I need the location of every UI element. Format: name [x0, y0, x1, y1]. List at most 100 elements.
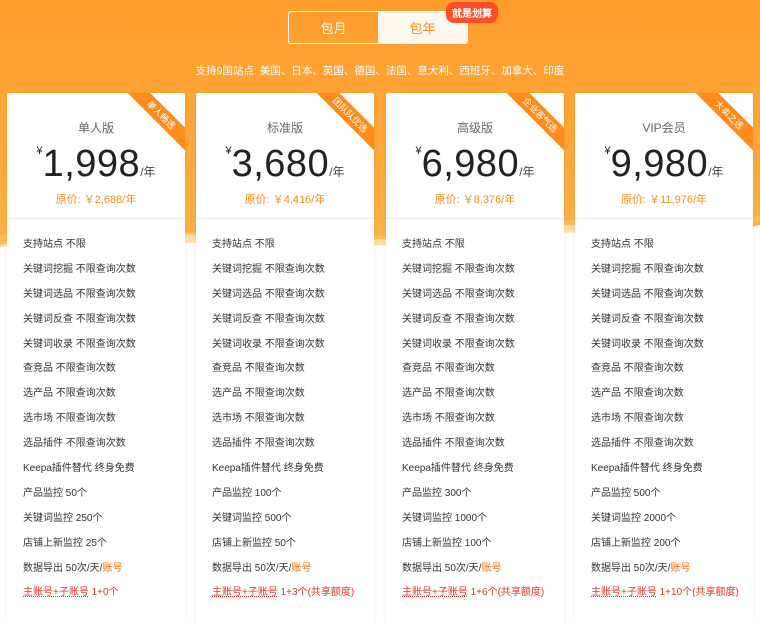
feature-product-select: 选产品 不限查询次数 — [402, 388, 495, 400]
feature-product-select: 选产品 不限查询次数 — [23, 388, 116, 400]
accounts-link[interactable]: 主账号+子账号 — [402, 587, 468, 598]
feature-keepa: Keepa插件替代 终身免费 — [23, 463, 135, 475]
plan-header: 企业客气选 高级版 ¥6,980/年 原价: ￥8,376/年 — [386, 93, 564, 219]
plan-price: ¥1,998/年 — [7, 143, 185, 186]
feature-list: 支持站点 不限 关键词挖掘 不限查询次数 关键词选品 不限查询次数 关键词反查 … — [386, 219, 564, 606]
accounts-link[interactable]: 主账号+子账号 — [591, 587, 657, 598]
price-unit: /年 — [519, 165, 535, 179]
feature-keepa: Keepa插件替代 终身免费 — [212, 463, 324, 475]
feature-export: 数据导出 50次/天/账号 — [575, 557, 753, 582]
price-unit: /年 — [708, 165, 724, 179]
feature-kw-mining: 关键词挖掘 不限查询次数 — [23, 263, 136, 275]
feature-kw-select: 关键词选品 不限查询次数 — [591, 288, 704, 300]
price-value: 3,680 — [231, 143, 330, 185]
feature-product-select: 选产品 不限查询次数 — [212, 388, 305, 400]
feature-kw-monitor: 关键词监控 1000个 — [402, 512, 488, 524]
plan-name: 标准版 — [266, 121, 303, 135]
feature-store-monitor: 店铺上新监控 25个 — [23, 537, 107, 549]
feature-plugin: 选品插件 不限查询次数 — [591, 438, 694, 450]
export-account-link[interactable]: 账号 — [670, 563, 690, 574]
original-price: 原价: ￥2,688/年 — [55, 194, 137, 206]
original-price: 原价: ￥11,976/年 — [621, 194, 707, 206]
toggle-monthly[interactable]: 包月 — [289, 12, 378, 43]
feature-export: 数据导出 50次/天/账号 — [7, 557, 185, 582]
feature-plugin: 选品插件 不限查询次数 — [23, 438, 126, 450]
plan-header: 单人畅选 单人版 ¥1,998/年 原价: ￥2,688/年 — [7, 93, 185, 219]
feature-list: 支持站点 不限 关键词挖掘 不限查询次数 关键词选品 不限查询次数 关键词反查 … — [575, 219, 753, 606]
feature-kw-collect: 关键词收录 不限查询次数 — [23, 338, 136, 350]
feature-accounts: 主账号+子账号 1+0个 — [7, 581, 185, 606]
feature-plugin: 选品插件 不限查询次数 — [212, 438, 315, 450]
plan-price: ¥3,680/年 — [196, 143, 374, 186]
currency-symbol: ¥ — [415, 145, 422, 157]
feature-kw-monitor: 关键词监控 500个 — [212, 512, 292, 524]
plan-card-standard: 团队队优选 标准版 ¥3,680/年 原价: ￥4,416/年 支持站点 不限 … — [196, 93, 374, 623]
feature-competitor: 查竞品 不限查询次数 — [23, 363, 116, 375]
accounts-link[interactable]: 主账号+子账号 — [212, 587, 278, 598]
feature-list: 支持站点 不限 关键词挖掘 不限查询次数 关键词选品 不限查询次数 关键词反查 … — [7, 219, 185, 606]
currency-symbol: ¥ — [604, 145, 611, 157]
supported-sites: 支持9国站点: 美国、日本、英国、德国、法国、意大利、西班牙、加拿大、印度 — [195, 65, 565, 77]
feature-export: 数据导出 50次/天/账号 — [196, 557, 374, 582]
plan-price: ¥6,980/年 — [386, 143, 564, 186]
price-unit: /年 — [329, 165, 345, 179]
currency-symbol: ¥ — [36, 145, 43, 157]
feature-accounts: 主账号+子账号 1+6个(共享额度) — [386, 581, 564, 606]
export-label: 数据导出 50次/天/ — [212, 562, 292, 574]
original-price: 原价: ￥4,416/年 — [244, 194, 326, 206]
export-account-link[interactable]: 账号 — [102, 563, 122, 574]
currency-symbol: ¥ — [225, 145, 232, 157]
feature-market-select: 选市场 不限查询次数 — [402, 413, 495, 425]
export-account-link[interactable]: 账号 — [481, 563, 501, 574]
billing-toggle: 包月 包年 — [288, 11, 468, 44]
feature-kw-collect: 关键词收录 不限查询次数 — [591, 338, 704, 350]
feature-product-monitor: 产品监控 300个 — [402, 487, 472, 499]
feature-accounts: 主账号+子账号 1+10个(共享额度) — [575, 581, 753, 606]
feature-kw-collect: 关键词收录 不限查询次数 — [212, 338, 325, 350]
feature-competitor: 查竞品 不限查询次数 — [402, 363, 495, 375]
accounts-link[interactable]: 主账号+子账号 — [23, 587, 89, 598]
feature-kw-mining: 关键词挖掘 不限查询次数 — [591, 263, 704, 275]
feature-product-monitor: 产品监控 100个 — [212, 487, 282, 499]
price-value: 6,980 — [421, 143, 520, 185]
feature-store-monitor: 店铺上新监控 200个 — [591, 537, 681, 549]
feature-product-monitor: 产品监控 500个 — [591, 487, 661, 499]
accounts-count: 1+10个(共享额度) — [656, 587, 739, 599]
feature-competitor: 查竞品 不限查询次数 — [212, 363, 305, 375]
feature-product-select: 选产品 不限查询次数 — [591, 388, 684, 400]
feature-keepa: Keepa插件替代 终身免费 — [591, 463, 703, 475]
feature-kw-collect: 关键词收录 不限查询次数 — [402, 338, 515, 350]
price-unit: /年 — [140, 165, 156, 179]
feature-plugin: 选品插件 不限查询次数 — [402, 438, 505, 450]
discount-badge: 就是划算 — [446, 2, 498, 23]
plan-card-single: 单人畅选 单人版 ¥1,998/年 原价: ￥2,688/年 支持站点 不限 关… — [7, 93, 185, 623]
feature-kw-reverse: 关键词反查 不限查询次数 — [23, 313, 136, 325]
accounts-count: 1+6个(共享额度) — [467, 587, 545, 599]
accounts-count: 1+0个 — [88, 587, 119, 599]
plan-name: VIP会员 — [642, 121, 686, 135]
price-value: 9,980 — [610, 143, 709, 185]
feature-kw-mining: 关键词挖掘 不限查询次数 — [402, 263, 515, 275]
export-account-link[interactable]: 账号 — [291, 563, 311, 574]
feature-kw-select: 关键词选品 不限查询次数 — [212, 288, 325, 300]
plan-name: 单人版 — [77, 121, 114, 135]
feature-market-select: 选市场 不限查询次数 — [23, 413, 116, 425]
feature-list: 支持站点 不限 关键词挖掘 不限查询次数 关键词选品 不限查询次数 关键词反查 … — [196, 219, 374, 606]
feature-kw-monitor: 关键词监控 250个 — [23, 512, 103, 524]
feature-kw-reverse: 关键词反查 不限查询次数 — [212, 313, 325, 325]
price-value: 1,998 — [42, 143, 141, 185]
plan-price: ¥9,980/年 — [575, 143, 753, 186]
feature-sites: 支持站点 不限 — [402, 239, 465, 250]
feature-kw-reverse: 关键词反查 不限查询次数 — [402, 313, 515, 325]
plan-name: 高级版 — [456, 121, 493, 135]
feature-keepa: Keepa插件替代 终身免费 — [402, 463, 514, 475]
feature-accounts: 主账号+子账号 1+3个(共享额度) — [196, 581, 374, 606]
export-label: 数据导出 50次/天/ — [402, 562, 482, 574]
plan-header: 大卖之选 VIP会员 ¥9,980/年 原价: ￥11,976/年 — [575, 93, 753, 219]
feature-market-select: 选市场 不限查询次数 — [212, 413, 305, 425]
original-price: 原价: ￥8,376/年 — [434, 194, 516, 206]
accounts-count: 1+3个(共享额度) — [277, 587, 355, 599]
feature-sites: 支持站点 不限 — [23, 239, 86, 250]
feature-competitor: 查竞品 不限查询次数 — [591, 363, 684, 375]
export-label: 数据导出 50次/天/ — [23, 562, 103, 574]
